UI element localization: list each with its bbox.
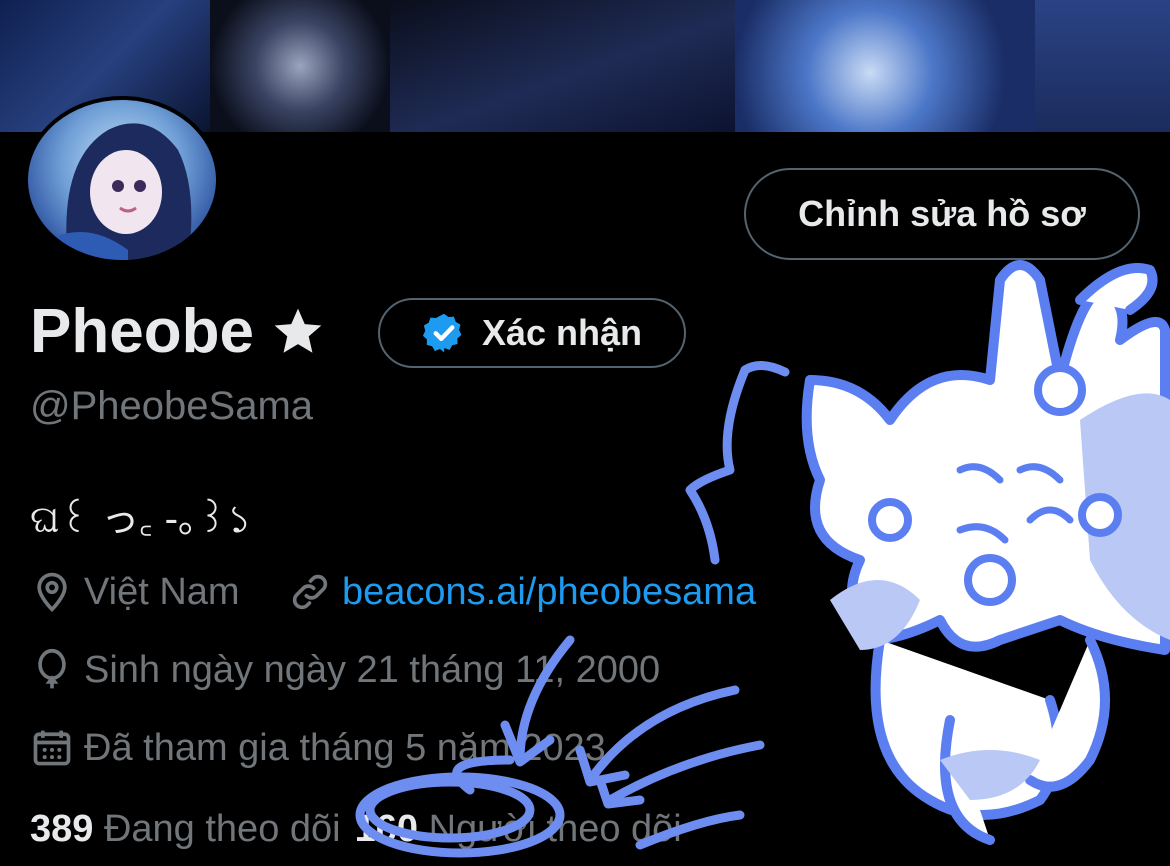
followers-stat[interactable]: 160 Người theo dõi: [355, 808, 682, 851]
bio-text: ଘ꒰ っ꜀ -｡꒱১: [30, 497, 252, 541]
following-label: Đang theo dõi: [103, 808, 341, 850]
get-verified-label: Xác nhận: [481, 312, 643, 353]
verified-badge-icon: [422, 313, 462, 353]
banner-tile: [210, 0, 390, 132]
followers-count: 160: [354, 808, 419, 850]
follow-stats: 389 Đang theo dõi 160 Người theo dõi: [30, 808, 682, 851]
location-pin-icon: [37, 572, 67, 613]
birthday-text: Sinh ngày ngày 21 tháng 11, 2000: [84, 648, 661, 691]
followers-label: Người theo dõi: [428, 808, 682, 850]
website-link[interactable]: beacons.ai/pheobesama: [342, 571, 756, 614]
joined-text: Đã tham gia tháng 5 năm 2023: [84, 726, 606, 769]
get-verified-button[interactable]: Xác nhận: [378, 298, 686, 368]
joined-row: Đã tham gia tháng 5 năm 2023: [30, 726, 606, 770]
banner-tile: [390, 0, 735, 132]
following-stat[interactable]: 389 Đang theo dõi: [30, 808, 341, 851]
display-name-row: Pheobe: [30, 296, 326, 367]
avatar-illustration: [48, 123, 192, 260]
user-handle: @PheobeSama: [30, 384, 314, 428]
location-row: Việt Nam: [30, 570, 240, 614]
link-icon: [292, 574, 328, 610]
banner-tile: [735, 0, 1035, 132]
avatar-image: [28, 100, 216, 260]
birthday-row: Sinh ngày ngày 21 tháng 11, 2000: [30, 648, 660, 692]
edit-profile-button[interactable]: Chỉnh sửa hồ sơ: [744, 168, 1140, 260]
location-text: Việt Nam: [84, 570, 240, 613]
following-count: 389: [30, 808, 94, 850]
avatar[interactable]: [24, 96, 220, 264]
star-icon: [274, 308, 322, 353]
banner-tile: [1035, 0, 1170, 132]
website-row[interactable]: beacons.ai/pheobesama: [288, 570, 756, 614]
calendar-icon: [33, 730, 71, 766]
balloon-icon: [38, 648, 66, 689]
display-name: Pheobe: [30, 297, 254, 366]
